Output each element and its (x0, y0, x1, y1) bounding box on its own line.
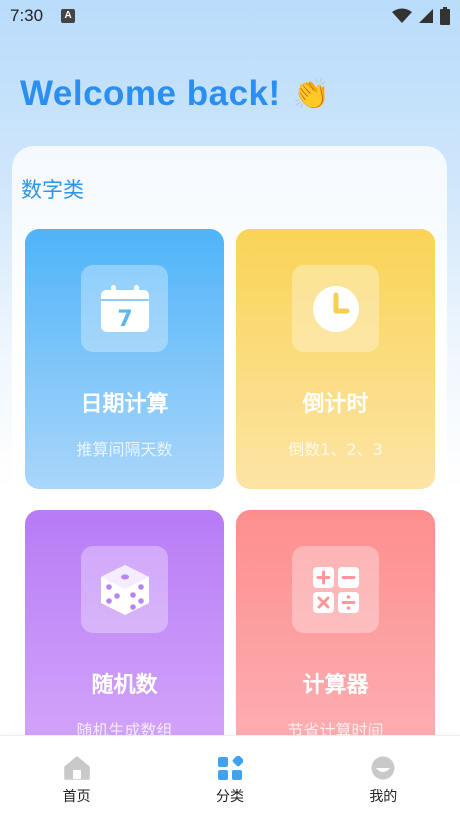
profile-icon (371, 756, 395, 780)
battery-icon (440, 7, 450, 25)
card-subtitle: 倒数1、2、3 (288, 440, 383, 459)
status-time: 7:30 (10, 6, 44, 25)
card-icon-box (81, 546, 168, 633)
home-icon (63, 756, 90, 780)
card-icon-box (292, 546, 379, 633)
signal-icon (419, 9, 433, 23)
tab-label: 分类 (215, 789, 244, 805)
clapping-hands-icon: 👏 (292, 77, 331, 111)
tab-home[interactable]: 首页 (0, 736, 153, 806)
dice-icon (100, 564, 149, 615)
card-title: 随机数 (91, 673, 158, 698)
card-title: 倒计时 (302, 392, 369, 417)
calendar-day-label: 7 (117, 307, 132, 332)
tab-label: 首页 (62, 789, 91, 805)
card-title: 计算器 (302, 673, 369, 698)
category-icon (217, 756, 243, 780)
section-title: 数字类 (21, 178, 84, 202)
wifi-icon (392, 8, 412, 23)
card-countdown[interactable]: 倒计时 倒数1、2、3 (236, 229, 435, 489)
status-bar: 7:30 A (0, 0, 460, 32)
card-subtitle: 推算间隔天数 (76, 440, 173, 459)
card-icon-box: 7 (81, 265, 168, 352)
card-calculator[interactable]: 计算器 节省计算时间 (236, 510, 435, 770)
welcome-header: Welcome back! 👏 (20, 74, 331, 114)
tab-label: 我的 (369, 789, 398, 805)
card-random-number[interactable]: 随机数 随机生成数组 (25, 510, 224, 770)
tab-profile[interactable]: 我的 (307, 736, 460, 806)
tab-category[interactable]: 分类 (153, 736, 306, 806)
card-icon-box (292, 265, 379, 352)
welcome-text: Welcome back! (20, 74, 281, 113)
status-icons (392, 7, 450, 25)
bottom-tab-bar: 首页 分类 我的 (0, 735, 460, 817)
card-title: 日期计算 (80, 392, 169, 417)
notification-badge-icon: A (61, 9, 76, 23)
card-date-calc[interactable]: 7 日期计算 推算间隔天数 (25, 229, 224, 489)
clock-icon (312, 285, 359, 332)
calendar-icon: 7 (100, 284, 149, 332)
calculator-icon (312, 566, 359, 613)
